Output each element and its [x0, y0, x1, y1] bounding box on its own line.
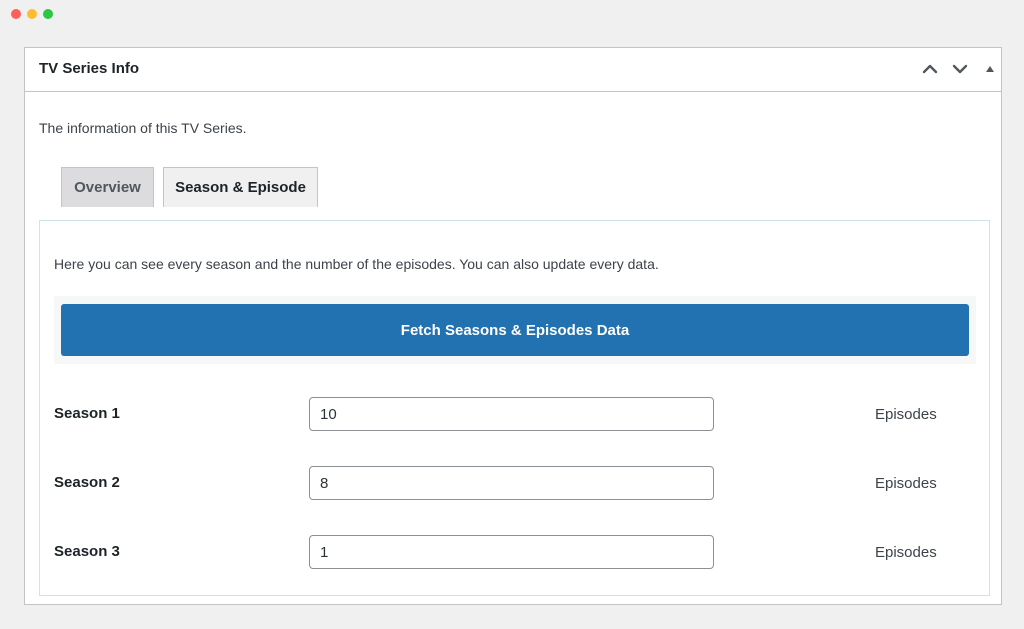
episodes-unit-label: Episodes	[875, 544, 937, 561]
panel-description: Here you can see every season and the nu…	[54, 256, 659, 272]
move-up-button[interactable]	[917, 56, 943, 82]
episodes-unit-label: Episodes	[875, 475, 937, 492]
metabox-header: TV Series Info	[25, 48, 1001, 92]
toggle-panel-button[interactable]	[977, 56, 1003, 82]
chevron-down-icon	[952, 64, 968, 74]
tab-overview[interactable]: Overview	[61, 167, 154, 207]
season-3-episodes-input[interactable]	[309, 535, 714, 569]
fetch-button-container: Fetch Seasons & Episodes Data	[54, 296, 976, 364]
season-row: Season 1 Episodes	[40, 397, 989, 433]
tv-series-info-metabox: TV Series Info The information of this T…	[24, 47, 1002, 605]
window-titlebar	[0, 0, 1024, 27]
season-label: Season 3	[54, 543, 120, 560]
metabox-intro-text: The information of this TV Series.	[39, 120, 247, 136]
window-minimize-button[interactable]	[27, 9, 37, 19]
season-episode-panel: Here you can see every season and the nu…	[39, 220, 990, 596]
season-2-episodes-input[interactable]	[309, 466, 714, 500]
season-label: Season 1	[54, 405, 120, 422]
move-down-button[interactable]	[947, 56, 973, 82]
metabox-title: TV Series Info	[39, 60, 140, 77]
window-maximize-button[interactable]	[43, 9, 53, 19]
tab-season-episode[interactable]: Season & Episode	[163, 167, 318, 207]
season-1-episodes-input[interactable]	[309, 397, 714, 431]
chevron-up-icon	[922, 64, 938, 74]
triangle-up-icon	[986, 66, 994, 72]
season-row: Season 3 Episodes	[40, 535, 989, 571]
fetch-seasons-episodes-button[interactable]: Fetch Seasons & Episodes Data	[61, 304, 969, 356]
window-close-button[interactable]	[11, 9, 21, 19]
season-label: Season 2	[54, 474, 120, 491]
window-content: TV Series Info The information of this T…	[8, 27, 1016, 621]
episodes-unit-label: Episodes	[875, 406, 937, 423]
season-row: Season 2 Episodes	[40, 466, 989, 502]
